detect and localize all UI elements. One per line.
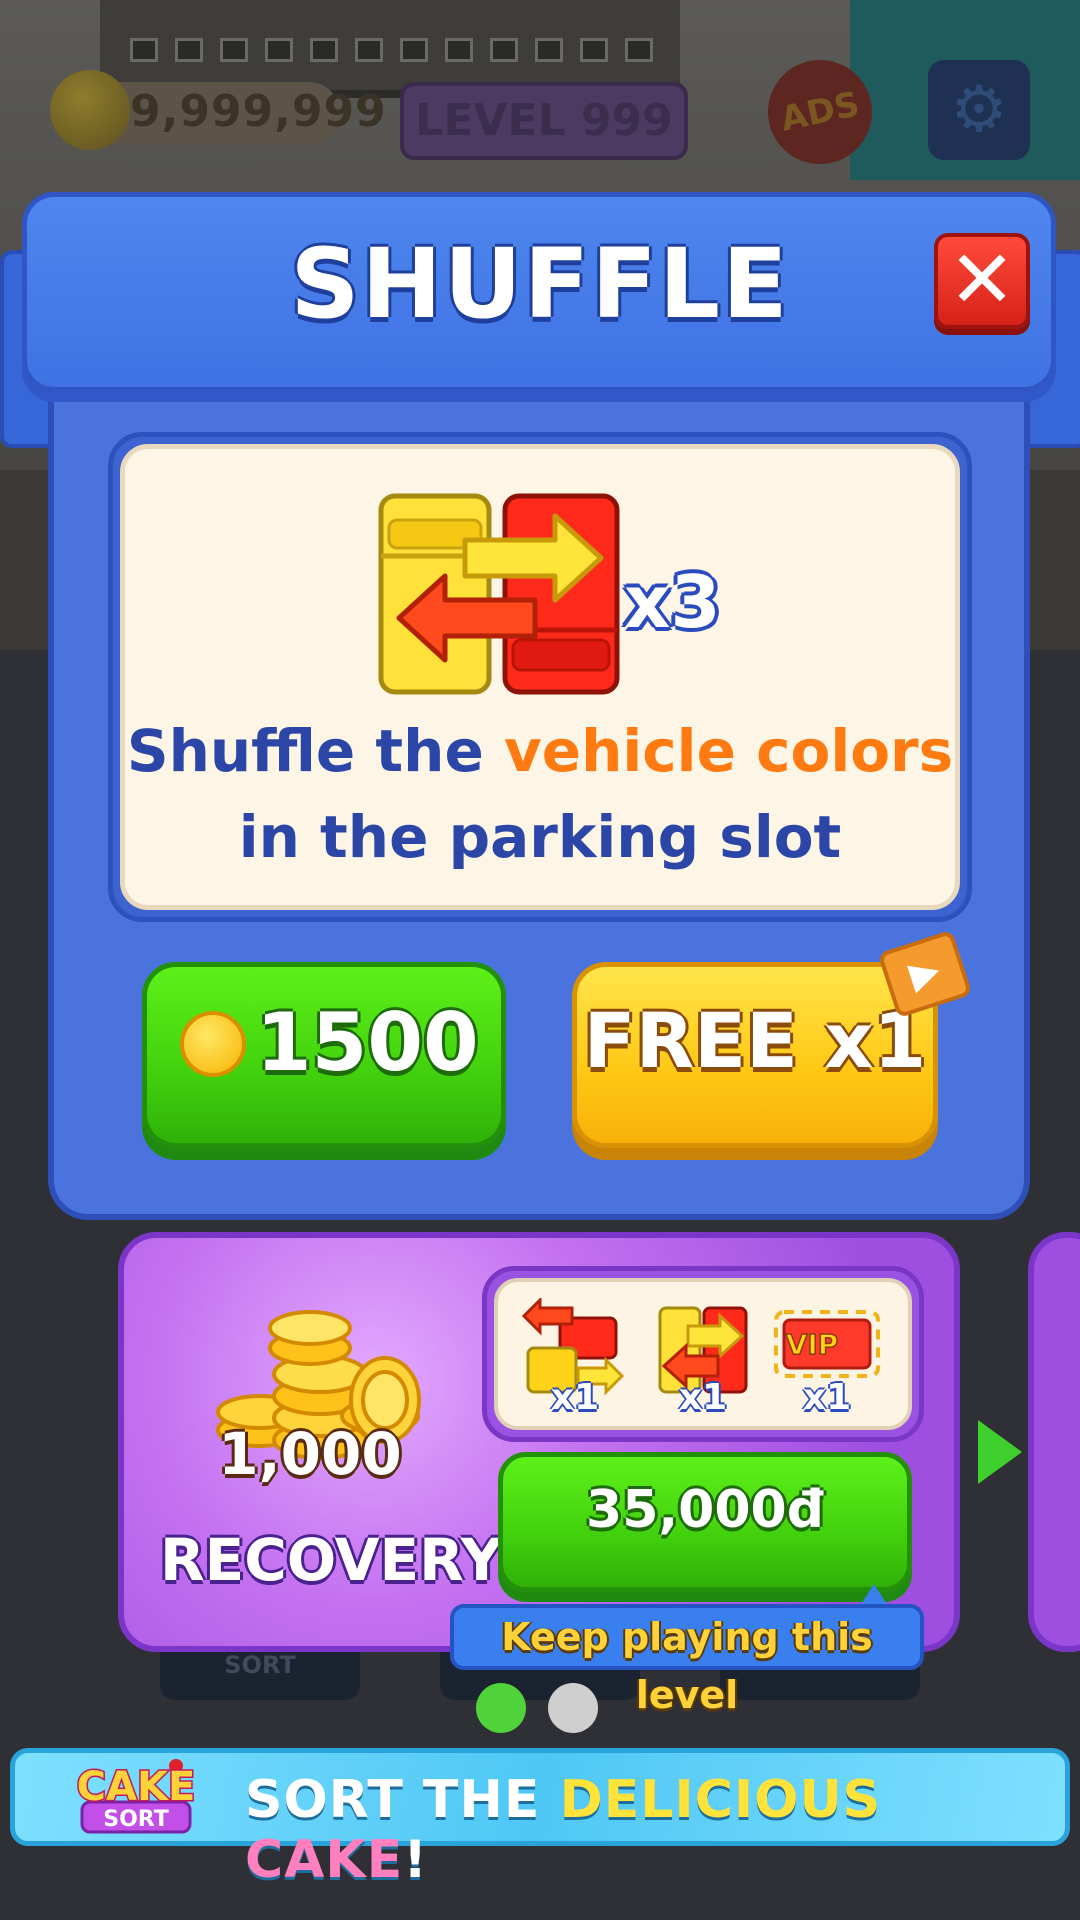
coin-balance: 9,999,999 (130, 86, 387, 137)
bonus-item-vip-slot: VIP x1 (772, 1298, 882, 1418)
logo-line-1: CAKE (77, 1764, 196, 1810)
background-rail (490, 38, 518, 62)
bonus-item-qty: x1 (802, 1377, 852, 1418)
page-dot[interactable] (548, 1683, 598, 1733)
page-dot-active[interactable] (476, 1683, 526, 1733)
dialog-title: SHUFFLE (290, 228, 790, 340)
coin-icon (180, 1011, 246, 1077)
bonus-item-swap-cars: x1 (648, 1298, 758, 1418)
next-offer-card-peek[interactable] (1028, 1232, 1080, 1652)
coin-price: 1500 (256, 996, 479, 1089)
description-text: Shuffle the (126, 717, 504, 785)
vip-badge: VIP (786, 1328, 839, 1361)
background-rail (220, 38, 248, 62)
gear-icon: ⚙ (950, 73, 1008, 147)
banner-tagline: SORT THE DELICIOUS CAKE! (245, 1770, 1080, 1890)
banner-text-delicious: DELICIOUS (559, 1770, 882, 1830)
level-badge: LEVEL 999 (400, 82, 688, 160)
banner-text-part: SORT THE (245, 1770, 560, 1830)
close-button[interactable]: ✕ (934, 233, 1030, 329)
background-rail (265, 38, 293, 62)
background-rail (355, 38, 383, 62)
next-offer-arrow-icon[interactable] (978, 1420, 1022, 1484)
description-line-1: Shuffle the vehicle colors (120, 717, 960, 785)
offer-title: RECOVERY (160, 1526, 503, 1594)
background-rail (175, 38, 203, 62)
background-rail (580, 38, 608, 62)
description-highlight: vehicle colors (503, 717, 954, 785)
offer-price: 35,000đ (586, 1480, 824, 1540)
description-line-2: in the parking slot (238, 803, 842, 871)
cake-sort-logo: CAKE SORT (75, 1759, 197, 1834)
tooltip-pointer (860, 1584, 888, 1606)
nav-tab-sort-label: SORT (224, 1651, 296, 1679)
logo-line-2: SORT (103, 1807, 169, 1832)
bonus-item-qty: x1 (678, 1377, 728, 1418)
shuffle-cars-icon (378, 493, 620, 695)
background-rail (625, 38, 653, 62)
background-rail (445, 38, 473, 62)
background-rail (130, 38, 158, 62)
background-rail (535, 38, 563, 62)
offer-coin-amount: 1,000 (218, 1420, 402, 1488)
shuffle-count: x3 (624, 560, 721, 644)
background-rail (310, 38, 338, 62)
background-rail (400, 38, 428, 62)
settings-button[interactable]: ⚙ (928, 60, 1030, 160)
banner-text-exclaim: ! (403, 1830, 428, 1890)
banner-text-cake: CAKE (245, 1830, 404, 1890)
free-button-label: FREE x1 (583, 996, 927, 1085)
close-icon: ✕ (948, 233, 1016, 326)
coin-icon (50, 70, 130, 150)
offer-tooltip: Keep playing this level (450, 1604, 924, 1717)
bonus-item-shuffle-blocks: x1 (520, 1296, 630, 1418)
bonus-item-qty: x1 (550, 1377, 600, 1418)
